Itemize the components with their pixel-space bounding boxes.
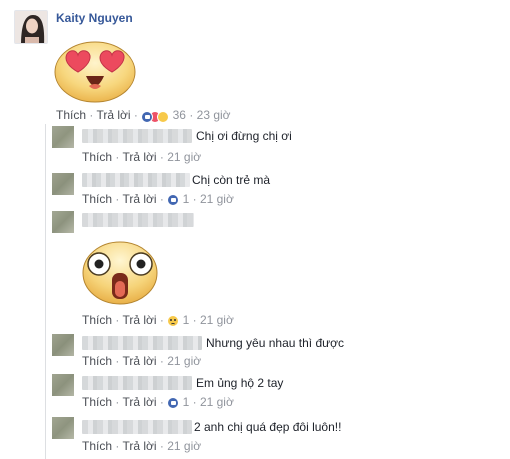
reply-author-blurred[interactable] — [82, 336, 202, 350]
author-name[interactable]: Kaity Nguyen — [56, 11, 133, 25]
like-link[interactable]: Thích — [82, 395, 112, 409]
reply-text: Chị ơi đừng chị ơi — [196, 129, 292, 143]
reply-actions: Thích · Trả lời · 1 · 21 giờ — [82, 395, 234, 409]
reply-author-blurred[interactable] — [82, 420, 192, 434]
reply-actions: Thích · Trả lời · 21 giờ — [82, 439, 202, 453]
reply-actions: Thích · Trả lời · 21 giờ — [82, 150, 202, 164]
reply-text: Em ủng hộ 2 tay — [196, 376, 284, 390]
reply-link[interactable]: Trả lời — [122, 313, 156, 327]
like-link[interactable]: Thích — [56, 108, 86, 122]
reply-actions: Thích · Trả lời · 21 giờ — [82, 354, 202, 368]
like-icon — [167, 193, 180, 206]
reply-author-blurred[interactable] — [82, 376, 192, 390]
like-link[interactable]: Thích — [82, 439, 112, 453]
reply-item: Chị ơi đừng chị ơi Thích · Trả lời · 21 … — [0, 126, 510, 164]
sad-icon — [167, 314, 180, 327]
reply-item: Em ủng hộ 2 tay Thích · Trả lời · 1 · 21… — [0, 374, 510, 410]
timestamp[interactable]: 21 giờ — [200, 313, 234, 327]
reply-avatar[interactable] — [52, 211, 74, 233]
timestamp[interactable]: 21 giờ — [167, 150, 201, 164]
reply-author-blurred[interactable] — [82, 129, 192, 143]
reply-avatar[interactable] — [52, 374, 74, 396]
timestamp[interactable]: 21 giờ — [200, 192, 234, 206]
reaction-count[interactable]: 36 — [173, 108, 186, 122]
reply-link[interactable]: Trả lời — [122, 354, 156, 368]
reply-link[interactable]: Trả lời — [122, 395, 156, 409]
reply-author-blurred[interactable] — [82, 173, 190, 187]
haha-icon — [157, 110, 170, 123]
author-avatar[interactable] — [14, 10, 48, 44]
reply-avatar[interactable] — [52, 173, 74, 195]
like-icon — [167, 396, 180, 409]
like-link[interactable]: Thích — [82, 313, 112, 327]
timestamp[interactable]: 21 giờ — [167, 439, 201, 453]
heart-eyes-sticker — [52, 36, 138, 107]
reply-item: 2 anh chị quá đẹp đôi luôn!! Thích · Trả… — [0, 417, 510, 457]
reply-link[interactable]: Trả lời — [96, 108, 130, 122]
reply-item: Thích · Trả lời · 1 · 21 giờ — [0, 211, 510, 331]
reply-item: Chị còn trẻ mà Thích · Trả lời · 1 · 21 … — [0, 171, 510, 209]
reply-text: 2 anh chị quá đẹp đôi luôn!! — [194, 420, 342, 434]
post-actions: Thích · Trả lời · 36 · 23 giờ — [56, 108, 231, 123]
timestamp[interactable]: 21 giờ — [200, 395, 234, 409]
like-link[interactable]: Thích — [82, 150, 112, 164]
reply-link[interactable]: Trả lời — [122, 150, 156, 164]
like-link[interactable]: Thích — [82, 192, 112, 206]
reply-actions: Thích · Trả lời · 1 · 21 giờ — [82, 313, 234, 327]
timestamp[interactable]: 21 giờ — [167, 354, 201, 368]
timestamp[interactable]: 23 giờ — [197, 108, 231, 122]
reply-avatar[interactable] — [52, 126, 74, 148]
reply-actions: Thích · Trả lời · 1 · 21 giờ — [82, 192, 234, 206]
reply-avatar[interactable] — [52, 417, 74, 439]
reply-text: Nhưng yêu nhau thì được — [206, 336, 345, 350]
reply-item: Nhưng yêu nhau thì được Thích · Trả lời … — [0, 334, 510, 370]
shocked-face-sticker — [80, 235, 160, 310]
reply-link[interactable]: Trả lời — [122, 439, 156, 453]
reactions-summary[interactable] — [141, 109, 170, 123]
like-icon — [141, 110, 154, 123]
like-link[interactable]: Thích — [82, 354, 112, 368]
reply-text: Chị còn trẻ mà — [192, 173, 271, 187]
reply-avatar[interactable] — [52, 334, 74, 356]
reply-link[interactable]: Trả lời — [122, 192, 156, 206]
reply-author-blurred[interactable] — [82, 213, 194, 227]
